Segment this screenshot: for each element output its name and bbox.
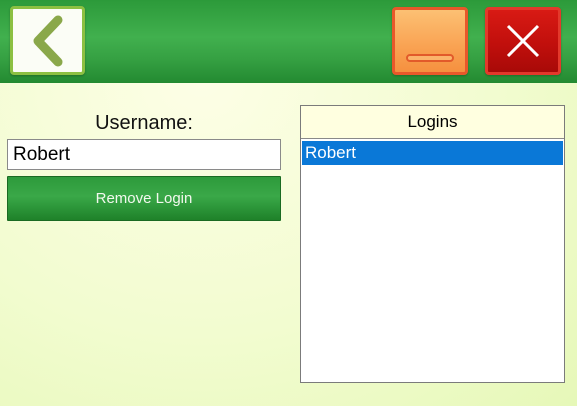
top-bar <box>0 0 577 83</box>
chevron-left-icon <box>33 15 62 66</box>
remove-login-button[interactable]: Remove Login <box>7 176 281 221</box>
back-button[interactable] <box>10 6 85 75</box>
logins-list[interactable]: Robert <box>301 139 564 167</box>
list-item[interactable]: Robert <box>302 141 563 165</box>
close-button[interactable] <box>485 7 561 75</box>
username-label: Username: <box>95 112 193 134</box>
minimize-icon <box>406 54 454 62</box>
logins-header: Logins <box>301 106 564 139</box>
logins-panel: Logins Robert <box>300 105 565 383</box>
minimize-button[interactable] <box>392 7 468 75</box>
username-input[interactable] <box>7 139 281 170</box>
close-icon <box>506 24 540 58</box>
